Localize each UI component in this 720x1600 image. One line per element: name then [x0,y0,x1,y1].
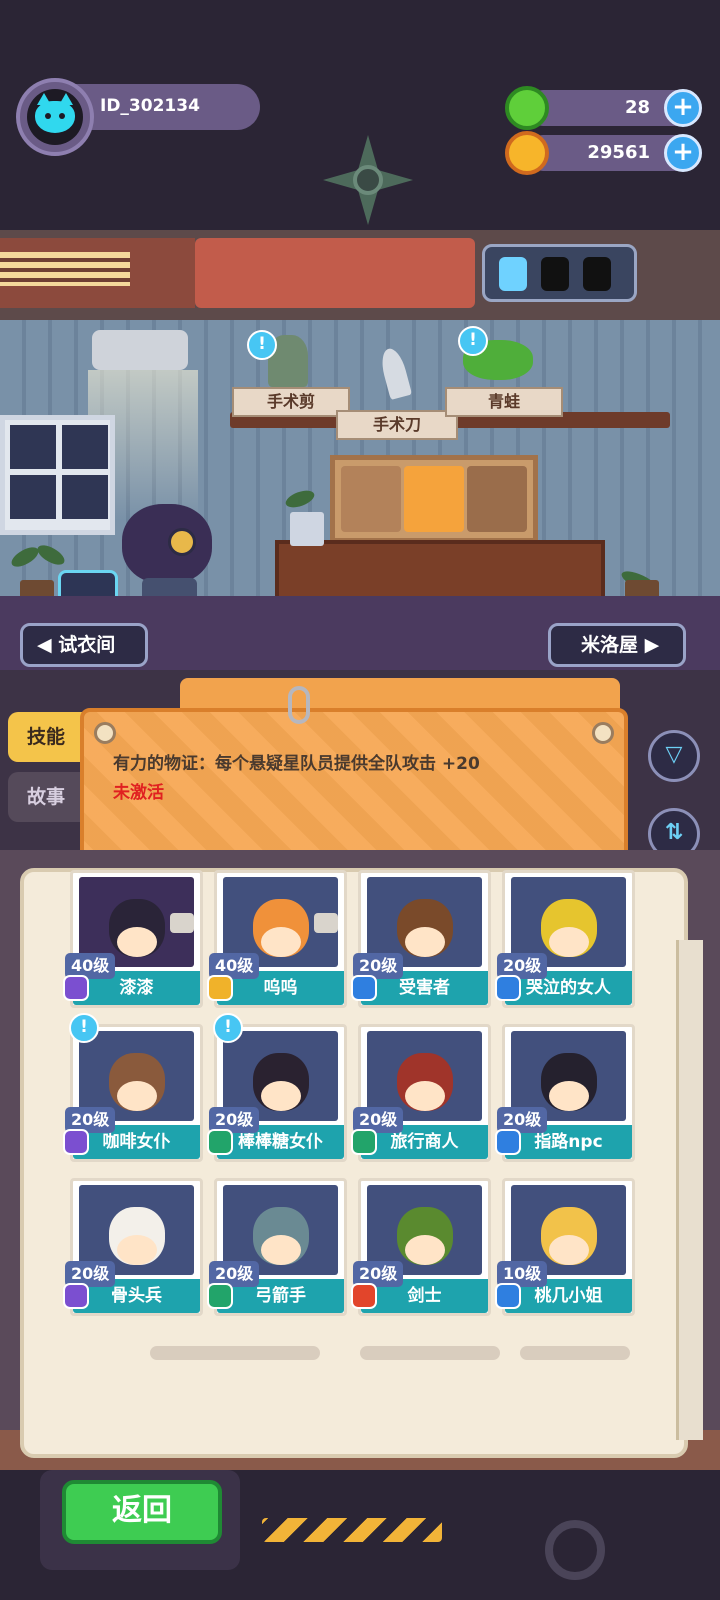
tab-skill[interactable]: 技能 [8,712,84,762]
case-item [341,466,401,532]
outfit-icon [314,913,338,933]
window [0,415,115,535]
player-id: ID_302134 [100,96,200,116]
green-element-icon [207,1283,233,1309]
avatar[interactable] [16,78,94,156]
case-item [467,466,527,532]
purple-element-icon [63,975,89,1001]
character-card[interactable]: 受害者 20级 [351,870,491,1008]
lightning-icon [499,257,527,291]
outfit-icon [170,913,194,933]
right-arrow-icon: ▶ [644,634,660,656]
purple-element-icon [63,1129,89,1155]
yellow-element-icon [207,975,233,1001]
character-card[interactable]: 棒棒糖女仆 20级! [207,1013,347,1162]
blue-element-icon [351,975,377,1001]
blurred-hint [150,1340,650,1366]
tab-story[interactable]: 故事 [8,772,84,822]
red-element-icon [351,1283,377,1309]
character-card[interactable]: 桃几小姐 10级 [495,1178,635,1316]
character-card[interactable]: 旅行商人 20级 [351,1024,491,1162]
battery-slot [583,257,611,291]
character-card[interactable]: 呜呜 40级 [207,870,347,1008]
character-card[interactable]: 弓箭手 20级 [207,1178,347,1316]
machine-red [195,238,475,308]
green-element-icon [351,1129,377,1155]
back-button[interactable]: 返回 [62,1480,222,1544]
coin-icon [505,131,549,175]
alert-icon: ! [69,1013,99,1043]
character-card[interactable]: 咖啡女仆 20级! [63,1013,203,1162]
fan-icon [323,135,413,225]
character-card[interactable]: 骨头兵 20级 [63,1178,203,1316]
milo-house-label: 米洛屋 [581,634,639,656]
alert-icon: ! [247,330,277,360]
tab-story-label: 故事 [26,786,65,808]
vent [0,252,130,286]
character-card[interactable]: 哭泣的女人 20级 [495,870,635,1008]
shelf-label-scissors: 手术剪 [232,387,350,417]
tab-skill-label: 技能 [26,726,65,748]
alert-icon: ! [458,326,488,356]
character-card[interactable]: 指路npc 20级 [495,1024,635,1162]
hero-character[interactable] [112,498,222,608]
battery-indicator [482,244,637,302]
hazard-stripe [262,1518,442,1542]
character-grid: 漆漆 40级 呜呜 40级 受害者 20级 哭泣的女人 20级咖啡女仆 20级! 棒棒糖女仆 20级… [63,870,650,1316]
shelf-label-frog: 青蛙 [445,387,563,417]
character-card[interactable]: 漆漆 40级 [63,870,203,1008]
filter-button[interactable]: ▽ [648,730,700,782]
gem-counter: 28 + [505,86,702,130]
cat-avatar-icon [35,93,75,133]
display-case[interactable] [330,455,538,543]
blue-element-icon [495,975,521,1001]
paperclip-icon [288,686,310,724]
dressing-room-button[interactable]: ◀ 试衣间 [20,623,148,667]
green-element-icon [207,1129,233,1155]
battery-slot [541,257,569,291]
pin-icon [94,722,116,744]
character-card[interactable]: 剑士 20级 [351,1178,491,1316]
plant [290,512,324,546]
blue-element-icon [495,1283,521,1309]
shelf-label-scalpel: 手术刀 [336,410,458,440]
skill-description: 有力的物证：每个悬疑星队员提供全队攻击 +20 [113,754,480,774]
purple-element-icon [63,1283,89,1309]
gem-icon [505,86,549,130]
left-arrow-icon: ◀ [37,634,52,656]
wheel-icon [545,1520,605,1580]
sort-icon: ⇅ [664,820,684,845]
add-gem-button[interactable]: + [664,89,702,127]
add-coin-button[interactable]: + [664,134,702,172]
coin-value: 29561 [587,142,650,163]
room-scene: ! ! 手术剪 手术刀 青蛙 ◀ 试衣间 米洛屋 ▶ [0,230,720,670]
coin-counter: 29561 + [505,131,702,175]
case-item [404,466,464,532]
pin-icon [592,722,614,744]
page-edge [676,940,703,1440]
dressing-room-label: 试衣间 [58,634,116,656]
blue-element-icon [495,1129,521,1155]
alert-icon: ! [213,1013,243,1043]
skill-status: 未激活 [113,783,164,803]
filter-icon: ▽ [665,742,683,767]
gem-value: 28 [624,97,650,118]
projector-lamp [92,330,188,370]
milo-house-button[interactable]: 米洛屋 ▶ [548,623,686,667]
